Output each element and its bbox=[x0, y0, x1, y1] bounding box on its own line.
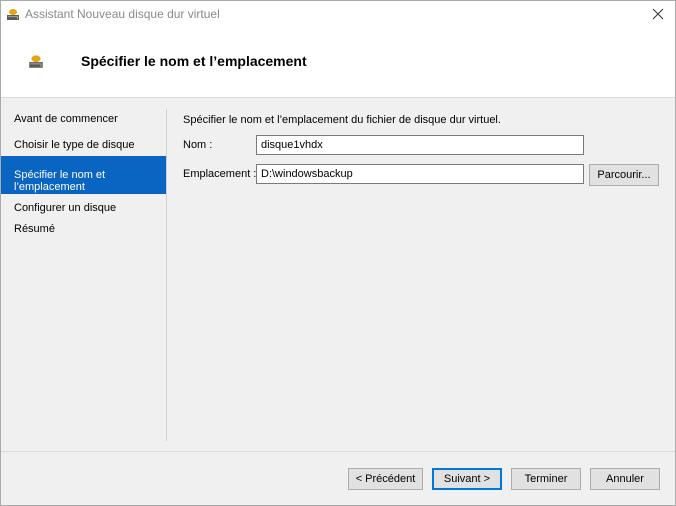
previous-button[interactable]: < Précédent bbox=[348, 468, 423, 490]
step-label: Avant de commencer bbox=[14, 113, 118, 125]
finish-button[interactable]: Terminer bbox=[511, 468, 581, 490]
step-name-location[interactable]: Spécifier le nom et l’emplacement bbox=[1, 156, 166, 194]
step-label: Configurer un disque bbox=[14, 202, 117, 214]
disk-icon bbox=[5, 6, 21, 22]
description-text: Spécifier le nom et l’emplacement du fic… bbox=[183, 114, 501, 126]
name-input[interactable] bbox=[256, 135, 584, 155]
location-label: Emplacement : bbox=[183, 168, 257, 180]
name-label: Nom : bbox=[183, 139, 213, 151]
cancel-button[interactable]: Annuler bbox=[590, 468, 660, 490]
step-before-you-begin[interactable]: Avant de commencer bbox=[1, 109, 166, 129]
step-configure-disk[interactable]: Configurer un disque bbox=[1, 198, 166, 218]
step-choose-disk-type[interactable]: Choisir le type de disque bbox=[1, 135, 166, 155]
step-label: Choisir le type de disque bbox=[14, 139, 135, 151]
close-icon bbox=[652, 8, 664, 20]
close-button[interactable] bbox=[647, 4, 669, 24]
wizard-header: Spécifier le nom et l’emplacement bbox=[1, 27, 675, 98]
disk-icon bbox=[27, 52, 45, 70]
step-label: Résumé bbox=[14, 223, 55, 235]
title-bar: Assistant Nouveau disque dur virtuel bbox=[1, 1, 675, 27]
page-title: Spécifier le nom et l’emplacement bbox=[81, 53, 307, 69]
footer-separator bbox=[1, 451, 675, 452]
step-summary[interactable]: Résumé bbox=[1, 219, 166, 239]
browse-button[interactable]: Parcourir... bbox=[589, 164, 659, 186]
step-label: Spécifier le nom et l’emplacement bbox=[14, 169, 106, 193]
location-input[interactable] bbox=[256, 164, 584, 184]
sidebar-divider bbox=[166, 109, 167, 441]
next-button[interactable]: Suivant > bbox=[432, 468, 502, 490]
wizard-steps: Avant de commencer Choisir le type de di… bbox=[1, 109, 166, 239]
wizard-window: Assistant Nouveau disque dur virtuel Spé… bbox=[0, 0, 676, 506]
window-title: Assistant Nouveau disque dur virtuel bbox=[25, 7, 220, 21]
